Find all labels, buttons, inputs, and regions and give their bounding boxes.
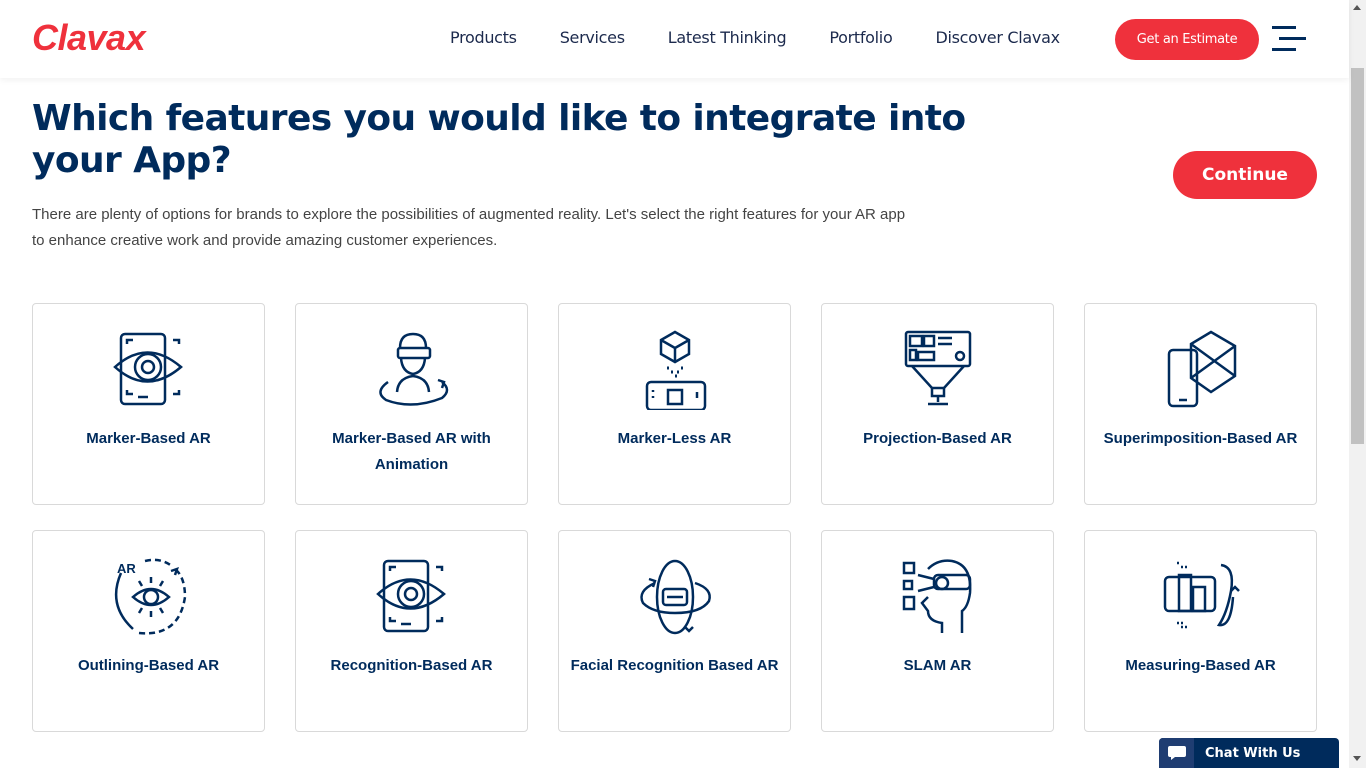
nav-discover-clavax[interactable]: Discover Clavax: [935, 28, 1060, 47]
vr-headset-orbit-icon: [639, 559, 711, 635]
svg-text:AR: AR: [117, 561, 136, 576]
chat-bubble-icon: [1159, 738, 1194, 768]
phone-buildings-rotate-icon: [1163, 561, 1240, 629]
feature-card-superimposition[interactable]: Superimposition-Based AR: [1084, 303, 1317, 505]
feature-card-measuring[interactable]: Measuring-Based AR: [1084, 530, 1317, 732]
scroll-thumb[interactable]: [1351, 68, 1364, 444]
feature-label: Recognition-Based AR: [330, 657, 493, 674]
nav-latest-thinking[interactable]: Latest Thinking: [668, 28, 787, 47]
nav-portfolio[interactable]: Portfolio: [829, 28, 892, 47]
feature-card-facial-recognition[interactable]: Facial Recognition Based AR: [558, 530, 791, 732]
ar-eye-circle-icon: AR: [114, 558, 186, 635]
vr-person-rotate-icon: [378, 332, 448, 406]
feature-grid: Marker-Based AR Marker-Based AR with Ani…: [32, 303, 1317, 732]
feature-label: Superimposition-Based AR: [1103, 430, 1298, 447]
cube-phone-icon: [645, 330, 706, 410]
chat-label: Chat With Us: [1205, 745, 1301, 761]
feature-card-projection[interactable]: Projection-Based AR: [821, 303, 1054, 505]
feature-label: Marker-Based AR with Animation: [332, 430, 491, 473]
feature-card-marker-based-animation[interactable]: Marker-Based AR with Animation: [295, 303, 528, 505]
nav-services[interactable]: Services: [560, 28, 625, 47]
nav-products[interactable]: Products: [450, 28, 517, 47]
phone-eye-icon: [375, 559, 446, 633]
feature-label: Marker-Based AR: [86, 430, 211, 447]
page-scrollbar[interactable]: [1349, 0, 1366, 768]
feature-label: SLAM AR: [903, 657, 972, 674]
clavax-logo[interactable]: Clavax: [32, 17, 146, 59]
feature-card-outlining[interactable]: AR Outlining-Based AR: [32, 530, 265, 732]
feature-label: Measuring-Based AR: [1125, 657, 1276, 674]
feature-card-recognition[interactable]: Recognition-Based AR: [295, 530, 528, 732]
chat-with-us-button[interactable]: Chat With Us: [1159, 738, 1339, 768]
page-description: There are plenty of options for brands t…: [32, 206, 906, 249]
feature-card-marker-based[interactable]: Marker-Based AR: [32, 303, 265, 505]
feature-card-marker-less[interactable]: Marker-Less AR: [558, 303, 791, 505]
head-vr-scan-icon: [902, 559, 971, 633]
feature-card-slam[interactable]: SLAM AR: [821, 530, 1054, 732]
page-title: Which features you would like to integra…: [32, 98, 966, 181]
phone-eye-icon: [112, 332, 183, 406]
continue-button[interactable]: Continue: [1173, 151, 1317, 199]
feature-label: Outlining-Based AR: [77, 657, 220, 674]
phone-cube-overlay-icon: [1167, 330, 1236, 408]
main-nav: Products Services Latest Thinking Portfo…: [450, 28, 1103, 47]
scroll-up-arrow-icon[interactable]: [1353, 5, 1361, 10]
hamburger-menu-icon[interactable]: [1272, 26, 1306, 52]
get-estimate-button[interactable]: Get an Estimate: [1115, 19, 1259, 60]
feature-label: Projection-Based AR: [863, 430, 1012, 447]
scroll-down-arrow-icon[interactable]: [1353, 756, 1361, 761]
feature-label: Marker-Less AR: [617, 430, 732, 447]
projector-icon: [904, 330, 971, 406]
feature-label: Facial Recognition Based AR: [570, 657, 779, 674]
site-header: Clavax Products Services Latest Thinking…: [0, 0, 1349, 78]
